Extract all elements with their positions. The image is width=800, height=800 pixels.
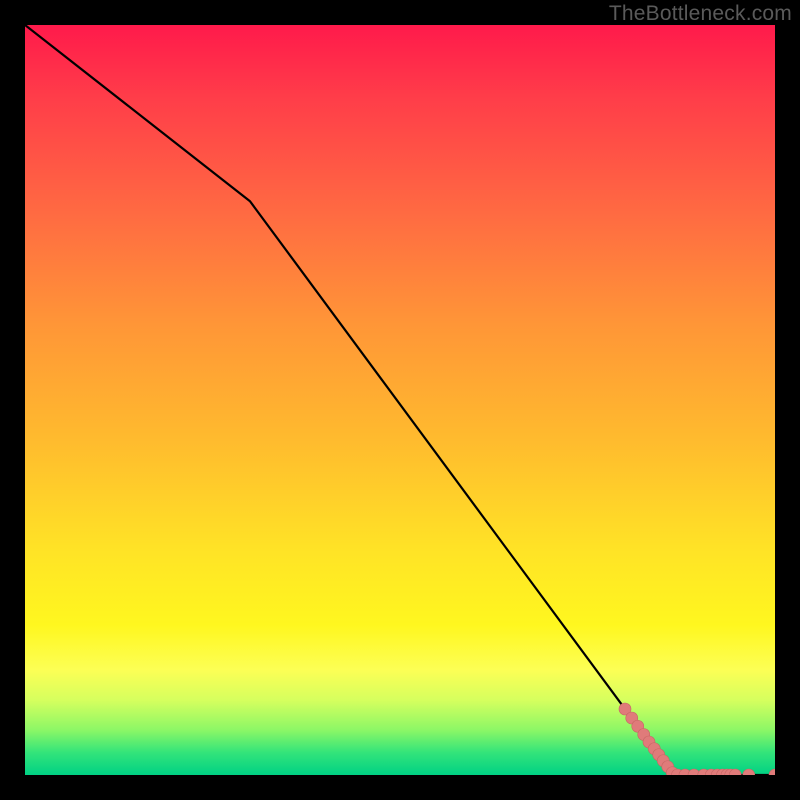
- chart-svg: [25, 25, 775, 775]
- watermark-text: TheBottleneck.com: [609, 2, 792, 26]
- chart-frame: TheBottleneck.com: [0, 0, 800, 800]
- marker-layer: [619, 703, 775, 775]
- data-point: [743, 769, 755, 775]
- line-layer: [25, 25, 775, 775]
- curve-path: [25, 25, 775, 775]
- data-point: [769, 769, 775, 775]
- plot-area: [25, 25, 775, 775]
